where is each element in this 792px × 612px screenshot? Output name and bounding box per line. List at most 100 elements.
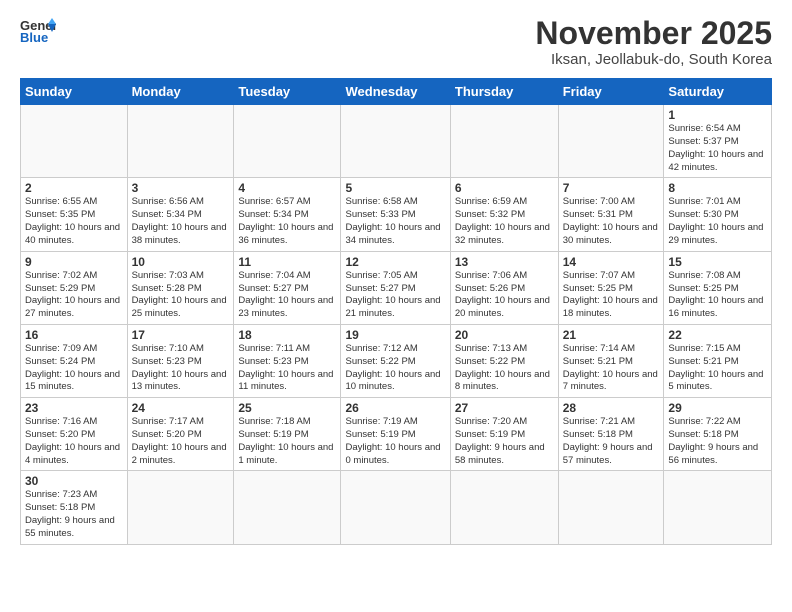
- week-row-4: 23Sunrise: 7:16 AM Sunset: 5:20 PM Dayli…: [21, 398, 772, 471]
- day-number: 12: [345, 255, 445, 269]
- calendar-cell: 12Sunrise: 7:05 AM Sunset: 5:27 PM Dayli…: [341, 251, 450, 324]
- day-info: Sunrise: 6:57 AM Sunset: 5:34 PM Dayligh…: [238, 196, 336, 247]
- day-number: 17: [132, 328, 230, 342]
- day-info: Sunrise: 6:58 AM Sunset: 5:33 PM Dayligh…: [345, 196, 445, 247]
- weekday-header-row: SundayMondayTuesdayWednesdayThursdayFrid…: [21, 79, 772, 105]
- calendar-cell: [127, 471, 234, 544]
- day-info: Sunrise: 7:10 AM Sunset: 5:23 PM Dayligh…: [132, 343, 230, 394]
- calendar-cell: 7Sunrise: 7:00 AM Sunset: 5:31 PM Daylig…: [558, 178, 664, 251]
- day-number: 24: [132, 401, 230, 415]
- calendar-cell: 1Sunrise: 6:54 AM Sunset: 5:37 PM Daylig…: [664, 105, 772, 178]
- day-number: 15: [668, 255, 767, 269]
- weekday-header-friday: Friday: [558, 79, 664, 105]
- day-number: 16: [25, 328, 123, 342]
- calendar-cell: [341, 105, 450, 178]
- day-number: 5: [345, 181, 445, 195]
- svg-text:Blue: Blue: [20, 30, 48, 45]
- day-info: Sunrise: 7:17 AM Sunset: 5:20 PM Dayligh…: [132, 416, 230, 467]
- calendar-cell: [558, 105, 664, 178]
- calendar-cell: [664, 471, 772, 544]
- day-number: 27: [455, 401, 554, 415]
- day-number: 22: [668, 328, 767, 342]
- week-row-5: 30Sunrise: 7:23 AM Sunset: 5:18 PM Dayli…: [21, 471, 772, 544]
- day-number: 26: [345, 401, 445, 415]
- calendar-cell: 30Sunrise: 7:23 AM Sunset: 5:18 PM Dayli…: [21, 471, 128, 544]
- day-number: 4: [238, 181, 336, 195]
- day-info: Sunrise: 7:21 AM Sunset: 5:18 PM Dayligh…: [563, 416, 660, 467]
- calendar-cell: 9Sunrise: 7:02 AM Sunset: 5:29 PM Daylig…: [21, 251, 128, 324]
- calendar-cell: 2Sunrise: 6:55 AM Sunset: 5:35 PM Daylig…: [21, 178, 128, 251]
- header: General Blue November 2025 Iksan, Jeolla…: [20, 16, 772, 68]
- day-info: Sunrise: 7:07 AM Sunset: 5:25 PM Dayligh…: [563, 270, 660, 321]
- calendar-cell: 23Sunrise: 7:16 AM Sunset: 5:20 PM Dayli…: [21, 398, 128, 471]
- calendar-cell: 5Sunrise: 6:58 AM Sunset: 5:33 PM Daylig…: [341, 178, 450, 251]
- day-number: 7: [563, 181, 660, 195]
- generalblue-logo-icon: General Blue: [20, 16, 56, 46]
- calendar-cell: 11Sunrise: 7:04 AM Sunset: 5:27 PM Dayli…: [234, 251, 341, 324]
- calendar-cell: 19Sunrise: 7:12 AM Sunset: 5:22 PM Dayli…: [341, 324, 450, 397]
- day-info: Sunrise: 7:19 AM Sunset: 5:19 PM Dayligh…: [345, 416, 445, 467]
- calendar-cell: 25Sunrise: 7:18 AM Sunset: 5:19 PM Dayli…: [234, 398, 341, 471]
- day-info: Sunrise: 7:01 AM Sunset: 5:30 PM Dayligh…: [668, 196, 767, 247]
- day-info: Sunrise: 7:03 AM Sunset: 5:28 PM Dayligh…: [132, 270, 230, 321]
- logo: General Blue: [20, 16, 56, 46]
- calendar-cell: 6Sunrise: 6:59 AM Sunset: 5:32 PM Daylig…: [450, 178, 558, 251]
- day-info: Sunrise: 7:00 AM Sunset: 5:31 PM Dayligh…: [563, 196, 660, 247]
- weekday-header-tuesday: Tuesday: [234, 79, 341, 105]
- calendar-cell: 17Sunrise: 7:10 AM Sunset: 5:23 PM Dayli…: [127, 324, 234, 397]
- day-number: 23: [25, 401, 123, 415]
- day-info: Sunrise: 7:13 AM Sunset: 5:22 PM Dayligh…: [455, 343, 554, 394]
- weekday-header-monday: Monday: [127, 79, 234, 105]
- weekday-header-sunday: Sunday: [21, 79, 128, 105]
- day-number: 6: [455, 181, 554, 195]
- day-info: Sunrise: 6:55 AM Sunset: 5:35 PM Dayligh…: [25, 196, 123, 247]
- week-row-1: 2Sunrise: 6:55 AM Sunset: 5:35 PM Daylig…: [21, 178, 772, 251]
- calendar-cell: [341, 471, 450, 544]
- weekday-header-wednesday: Wednesday: [341, 79, 450, 105]
- calendar-cell: 24Sunrise: 7:17 AM Sunset: 5:20 PM Dayli…: [127, 398, 234, 471]
- day-number: 20: [455, 328, 554, 342]
- day-number: 30: [25, 474, 123, 488]
- calendar-cell: 16Sunrise: 7:09 AM Sunset: 5:24 PM Dayli…: [21, 324, 128, 397]
- title-block: November 2025 Iksan, Jeollabuk-do, South…: [535, 16, 772, 68]
- calendar-cell: 26Sunrise: 7:19 AM Sunset: 5:19 PM Dayli…: [341, 398, 450, 471]
- calendar-cell: [450, 471, 558, 544]
- weekday-header-saturday: Saturday: [664, 79, 772, 105]
- day-info: Sunrise: 7:05 AM Sunset: 5:27 PM Dayligh…: [345, 270, 445, 321]
- day-info: Sunrise: 7:08 AM Sunset: 5:25 PM Dayligh…: [668, 270, 767, 321]
- day-info: Sunrise: 7:20 AM Sunset: 5:19 PM Dayligh…: [455, 416, 554, 467]
- calendar-cell: [21, 105, 128, 178]
- day-info: Sunrise: 7:15 AM Sunset: 5:21 PM Dayligh…: [668, 343, 767, 394]
- calendar-cell: 8Sunrise: 7:01 AM Sunset: 5:30 PM Daylig…: [664, 178, 772, 251]
- day-info: Sunrise: 7:23 AM Sunset: 5:18 PM Dayligh…: [25, 489, 123, 540]
- calendar-cell: 22Sunrise: 7:15 AM Sunset: 5:21 PM Dayli…: [664, 324, 772, 397]
- week-row-0: 1Sunrise: 6:54 AM Sunset: 5:37 PM Daylig…: [21, 105, 772, 178]
- calendar-cell: 10Sunrise: 7:03 AM Sunset: 5:28 PM Dayli…: [127, 251, 234, 324]
- day-number: 21: [563, 328, 660, 342]
- calendar-cell: [558, 471, 664, 544]
- day-number: 25: [238, 401, 336, 415]
- week-row-3: 16Sunrise: 7:09 AM Sunset: 5:24 PM Dayli…: [21, 324, 772, 397]
- calendar-cell: [450, 105, 558, 178]
- day-info: Sunrise: 7:09 AM Sunset: 5:24 PM Dayligh…: [25, 343, 123, 394]
- day-number: 2: [25, 181, 123, 195]
- calendar-cell: 3Sunrise: 6:56 AM Sunset: 5:34 PM Daylig…: [127, 178, 234, 251]
- day-info: Sunrise: 7:12 AM Sunset: 5:22 PM Dayligh…: [345, 343, 445, 394]
- day-info: Sunrise: 7:11 AM Sunset: 5:23 PM Dayligh…: [238, 343, 336, 394]
- day-number: 10: [132, 255, 230, 269]
- calendar: SundayMondayTuesdayWednesdayThursdayFrid…: [20, 78, 772, 545]
- month-title: November 2025: [535, 16, 772, 51]
- calendar-cell: 4Sunrise: 6:57 AM Sunset: 5:34 PM Daylig…: [234, 178, 341, 251]
- day-number: 1: [668, 108, 767, 122]
- calendar-cell: 27Sunrise: 7:20 AM Sunset: 5:19 PM Dayli…: [450, 398, 558, 471]
- day-number: 9: [25, 255, 123, 269]
- day-info: Sunrise: 6:56 AM Sunset: 5:34 PM Dayligh…: [132, 196, 230, 247]
- day-info: Sunrise: 6:54 AM Sunset: 5:37 PM Dayligh…: [668, 123, 767, 174]
- day-number: 3: [132, 181, 230, 195]
- day-number: 19: [345, 328, 445, 342]
- day-info: Sunrise: 7:14 AM Sunset: 5:21 PM Dayligh…: [563, 343, 660, 394]
- calendar-cell: [127, 105, 234, 178]
- week-row-2: 9Sunrise: 7:02 AM Sunset: 5:29 PM Daylig…: [21, 251, 772, 324]
- day-number: 18: [238, 328, 336, 342]
- page: General Blue November 2025 Iksan, Jeolla…: [0, 0, 792, 612]
